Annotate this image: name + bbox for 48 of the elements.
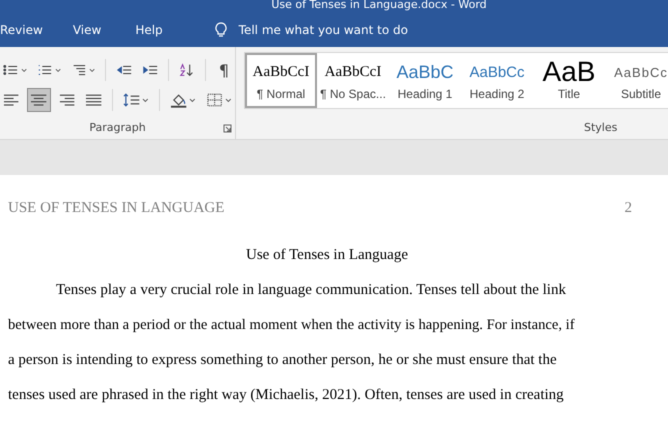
- style-preview: AaB: [542, 59, 596, 85]
- body-text-line: Tenses play a very crucial role in language communication. Tenses tell about the link: [55, 282, 567, 299]
- align-right-icon: [58, 92, 75, 108]
- style-preview: AaBbCcI: [252, 62, 310, 82]
- page-number: 2: [624, 200, 632, 217]
- style-preview: AaBbCc: [469, 62, 525, 82]
- style-name: ¶ Normal: [256, 87, 306, 101]
- caret-icon: [89, 68, 96, 72]
- body-text-line: a person is intending to express something to another person, he or she must ensure that the: [8, 352, 558, 369]
- ribbon-tab[interactable]: Help: [135, 22, 163, 36]
- dialog-launcher-icon[interactable]: [223, 124, 232, 133]
- caret-icon: [142, 98, 150, 102]
- ribbon-tab[interactable]: View: [72, 22, 102, 36]
- style-name: Title: [558, 87, 580, 101]
- sort-icon: [179, 62, 196, 78]
- lightbulb-icon: [214, 22, 227, 38]
- paint-bucket-icon: [170, 92, 188, 108]
- caret-icon: [189, 98, 196, 102]
- style-name: Subtitle: [620, 87, 662, 101]
- style-preview: AaBbC: [396, 60, 454, 84]
- style-name: Heading 1: [398, 87, 452, 101]
- numbered-list-icon: [37, 62, 53, 78]
- body-text-line: between more than a period or the actual moment when the activity is happening. For instance, if: [8, 317, 576, 334]
- borders-icon: [206, 92, 224, 108]
- caret-icon: [20, 68, 28, 72]
- tell-me-search[interactable]: Tell me what you want to do: [238, 22, 408, 36]
- body-text-line: tenses used are phrased in the right way (Michaelis, 2021). Often, tenses are used in creating: [8, 387, 565, 404]
- group-label: Styles: [583, 121, 618, 134]
- style-preview: AaBbCc: [614, 64, 668, 82]
- style-name: Heading 2: [470, 87, 524, 101]
- show-marks-button[interactable]: ¶: [213, 58, 235, 82]
- multilevel-list-icon: [71, 62, 88, 78]
- style-name: ¶ No Spac...: [320, 87, 386, 101]
- style-tile[interactable]: AaBbCcI ¶ Normal: [245, 53, 317, 108]
- align-left-icon: [3, 92, 20, 108]
- group-label: Paragraph: [89, 121, 146, 134]
- bullet-list-icon: [3, 62, 19, 78]
- window-title: Use of Tenses in Language.docx - Word: [270, 0, 488, 12]
- running-header: USE OF TENSES IN LANGUAGE: [8, 200, 224, 217]
- document-title: Use of Tenses in Language: [246, 247, 408, 263]
- caret-icon: [54, 68, 62, 72]
- align-center-icon: [30, 92, 48, 108]
- align-justify-icon: [84, 92, 102, 108]
- ribbon-tab[interactable]: Review: [0, 22, 43, 36]
- line-spacing-icon: [123, 92, 140, 108]
- style-preview: AaBbCcI: [324, 62, 382, 82]
- caret-icon: [225, 98, 232, 102]
- align-button[interactable]: [27, 88, 51, 112]
